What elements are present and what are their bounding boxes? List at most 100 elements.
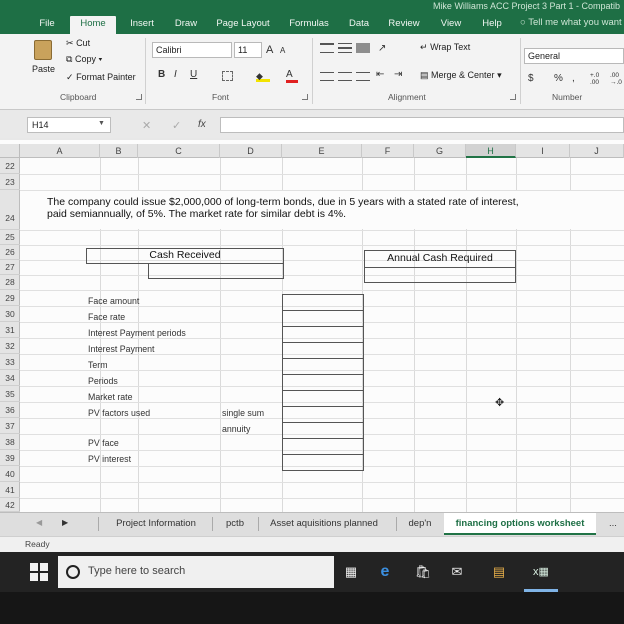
merge-center-button[interactable]: ▤ Merge & Center ▾	[420, 70, 502, 81]
input-cell-annuity[interactable]	[282, 422, 364, 439]
row-header-39[interactable]: 39	[0, 450, 20, 466]
sheet-tab-depn[interactable]: dep'n	[400, 513, 440, 535]
row-header-31[interactable]: 31	[0, 322, 20, 338]
input-cell-periods[interactable]	[282, 374, 364, 391]
input-cell-pv-interest[interactable]	[282, 454, 364, 471]
row-header-34[interactable]: 34	[0, 370, 20, 386]
tab-insert[interactable]: Insert	[120, 16, 164, 34]
font-name-select[interactable]: Calibri	[152, 42, 232, 58]
row-header-28[interactable]: 28	[0, 275, 20, 290]
align-right-icon[interactable]	[356, 72, 370, 81]
align-top-icon[interactable]	[320, 43, 334, 53]
font-launcher-icon[interactable]	[302, 94, 308, 100]
input-cell-interest-payment[interactable]	[282, 342, 364, 359]
tab-file[interactable]: File	[28, 16, 66, 34]
underline-button[interactable]: U	[190, 68, 197, 82]
column-header-g[interactable]: G	[414, 144, 466, 158]
row-header-25[interactable]: 25	[0, 230, 20, 245]
row-header-37[interactable]: 37	[0, 418, 20, 434]
number-format-select[interactable]: General	[524, 48, 624, 64]
row-header-23[interactable]: 23	[0, 174, 20, 190]
column-header-i[interactable]: I	[516, 144, 570, 158]
row-header-33[interactable]: 33	[0, 354, 20, 370]
indent-increase-icon[interactable]: ⇥	[394, 68, 402, 82]
row-header-30[interactable]: 30	[0, 306, 20, 322]
italic-button[interactable]: I	[174, 68, 177, 82]
clipboard-launcher-icon[interactable]	[136, 94, 142, 100]
windows-start-icon[interactable]	[30, 563, 48, 581]
column-header-j[interactable]: J	[570, 144, 624, 158]
bold-button[interactable]: B	[158, 68, 165, 82]
fill-color-icon[interactable]: ◆	[256, 71, 270, 82]
fx-icon[interactable]: fx	[198, 119, 206, 130]
column-header-d[interactable]: D	[220, 144, 282, 158]
align-bottom-icon[interactable]	[356, 43, 370, 53]
input-cell-face-amount[interactable]	[282, 294, 364, 311]
worksheet-grid[interactable]: A B C D E F G H I J 22 23 24 25 26 27 28…	[0, 140, 624, 512]
increase-decimal-icon[interactable]: +.0.00	[590, 72, 604, 86]
row-header-42[interactable]: 42	[0, 498, 20, 512]
tab-view[interactable]: View	[432, 16, 470, 34]
row-header-32[interactable]: 32	[0, 338, 20, 354]
font-size-select[interactable]: 11	[234, 42, 262, 58]
paste-button[interactable]: Paste	[28, 38, 58, 82]
sheet-tab-asset-aquisitions[interactable]: Asset aquisitions planned	[262, 513, 386, 535]
row-header-26[interactable]: 26	[0, 245, 20, 260]
cut-button[interactable]: ✂ Cut	[66, 38, 90, 49]
input-cell-term[interactable]	[282, 358, 364, 375]
formula-input[interactable]	[220, 117, 624, 133]
align-left-icon[interactable]	[320, 72, 334, 81]
grow-font-icon[interactable]: A	[266, 43, 273, 57]
tab-page-layout[interactable]: Page Layout	[210, 16, 276, 34]
input-cell-pv-face[interactable]	[282, 438, 364, 455]
orientation-icon[interactable]: ↗	[378, 42, 386, 56]
column-header-h[interactable]: H	[466, 144, 516, 158]
row-header-27[interactable]: 27	[0, 260, 20, 275]
row-header-38[interactable]: 38	[0, 434, 20, 450]
annual-cash-value-cell[interactable]	[364, 267, 516, 283]
wrap-text-button[interactable]: ↵ Wrap Text	[420, 42, 470, 53]
row-header-35[interactable]: 35	[0, 386, 20, 402]
column-header-f[interactable]: F	[362, 144, 414, 158]
column-header-a[interactable]: A	[20, 144, 100, 158]
comma-button[interactable]: ,	[572, 72, 575, 86]
name-box-dropdown-icon[interactable]: ▼	[98, 120, 105, 127]
alignment-launcher-icon[interactable]	[510, 94, 516, 100]
column-header-e[interactable]: E	[282, 144, 362, 158]
task-view-icon[interactable]: ▦	[340, 561, 362, 583]
row-header-24[interactable]: 24	[0, 190, 20, 230]
excel-taskbar-icon[interactable]: x▦	[530, 561, 552, 583]
indent-decrease-icon[interactable]: ⇤	[376, 68, 384, 82]
tab-data[interactable]: Data	[340, 16, 378, 34]
tab-help[interactable]: Help	[474, 16, 510, 34]
cancel-icon[interactable]: ✕	[142, 119, 151, 132]
tell-me-search[interactable]: ○ Tell me what you want to do	[520, 17, 624, 28]
row-header-40[interactable]: 40	[0, 466, 20, 482]
align-center-icon[interactable]	[338, 72, 352, 81]
tab-home[interactable]: Home	[70, 16, 116, 34]
shrink-font-icon[interactable]: A	[280, 44, 285, 58]
select-all-corner[interactable]	[0, 144, 20, 158]
align-middle-icon[interactable]	[338, 43, 352, 53]
taskbar-search-box[interactable]: Type here to search	[58, 556, 334, 588]
borders-icon[interactable]	[222, 71, 233, 81]
sheet-tab-project-information[interactable]: Project Information	[104, 513, 208, 535]
file-explorer-icon[interactable]: ▤	[488, 561, 510, 583]
cash-received-value-cell[interactable]	[148, 263, 284, 279]
store-icon[interactable]: 🛍	[412, 561, 434, 583]
input-cell-interest-payment-periods[interactable]	[282, 326, 364, 343]
sheet-tab-pctb[interactable]: pctb	[216, 513, 254, 535]
row-header-29[interactable]: 29	[0, 290, 20, 306]
enter-icon[interactable]: ✓	[172, 119, 181, 132]
edge-browser-icon[interactable]: e	[374, 561, 396, 583]
percent-button[interactable]: %	[554, 72, 563, 86]
row-header-41[interactable]: 41	[0, 482, 20, 498]
tab-scroll-left-icon[interactable]: ◀	[36, 518, 42, 527]
tab-review[interactable]: Review	[382, 16, 426, 34]
format-painter-button[interactable]: ✓ Format Painter	[66, 72, 136, 83]
input-cell-face-rate[interactable]	[282, 310, 364, 327]
row-header-22[interactable]: 22	[0, 158, 20, 174]
column-header-c[interactable]: C	[138, 144, 220, 158]
font-color-icon[interactable]: A	[286, 69, 298, 83]
decrease-decimal-icon[interactable]: .00 →.0	[610, 72, 624, 86]
